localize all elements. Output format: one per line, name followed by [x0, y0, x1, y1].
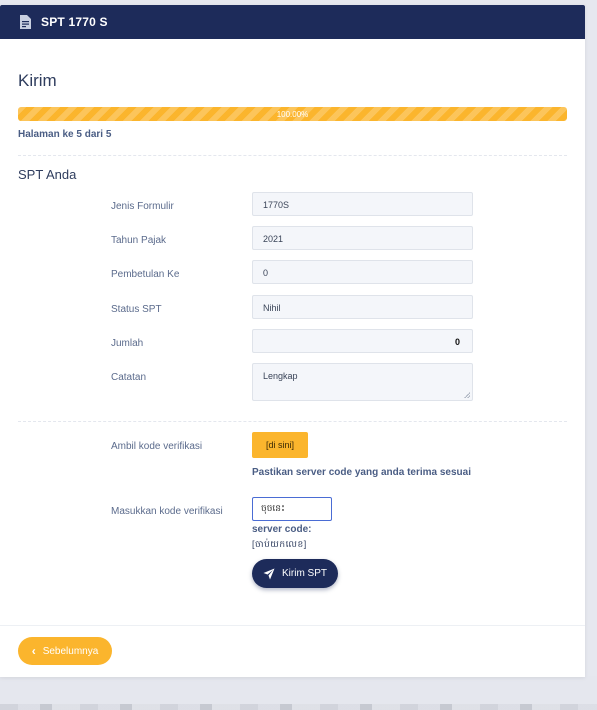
divider [18, 421, 567, 422]
tahun-pajak-label: Tahun Pajak [111, 235, 167, 246]
send-icon [263, 568, 275, 579]
document-icon [20, 15, 31, 29]
progress-label: 100.00% [276, 109, 309, 119]
card-title: SPT 1770 S [41, 15, 108, 29]
server-code-value: [ចាប់យកលេខ] [252, 539, 307, 549]
verification-code-input[interactable]: ចុចនេះ [252, 497, 332, 521]
footer-divider [0, 625, 585, 626]
jenis-formulir-label: Jenis Formulir [111, 201, 174, 212]
catatan-value: Lengkap [263, 371, 298, 381]
tahun-pajak-field[interactable]: 2021 [252, 226, 473, 250]
spt-card: SPT 1770 S Kirim 100.00% Halaman ke 5 da… [0, 5, 585, 677]
spt-section-title: SPT Anda [18, 167, 77, 182]
chevron-left-icon: ‹ [31, 644, 36, 658]
divider [18, 155, 567, 156]
jenis-formulir-field[interactable]: 1770S [252, 192, 473, 216]
card-header: SPT 1770 S [0, 5, 585, 39]
catatan-label: Catatan [111, 372, 147, 383]
previous-label: Sebelumnya [42, 645, 99, 657]
progress-bar: 100.00% [18, 107, 567, 121]
server-code-label: server code: [252, 524, 312, 535]
enter-code-label: Masukkan kode verifikasi [111, 506, 223, 517]
section-title: Kirim [18, 71, 57, 90]
pembetulan-ke-label: Pembetulan Ke [111, 269, 180, 280]
jumlah-label: Jumlah [111, 338, 144, 349]
pembetulan-ke-field[interactable]: 0 [252, 260, 473, 284]
catatan-textarea[interactable]: Lengkap [252, 363, 473, 401]
submit-spt-label: Kirim SPT [282, 568, 327, 579]
get-code-button[interactable]: [di sini] [252, 432, 308, 458]
submit-spt-button[interactable]: Kirim SPT [252, 559, 338, 588]
status-spt-label: Status SPT [111, 304, 162, 315]
jumlah-field[interactable]: 0 [252, 329, 473, 353]
page-indicator: Halaman ke 5 dari 5 [18, 129, 112, 140]
get-code-label: Ambil kode verifikasi [111, 441, 203, 452]
status-spt-field[interactable]: Nihil [252, 295, 473, 319]
page-background-strip [0, 676, 597, 710]
previous-button[interactable]: ‹ Sebelumnya [18, 637, 112, 665]
verification-note: Pastikan server code yang anda terima se… [252, 467, 471, 478]
resize-handle[interactable] [464, 392, 470, 398]
